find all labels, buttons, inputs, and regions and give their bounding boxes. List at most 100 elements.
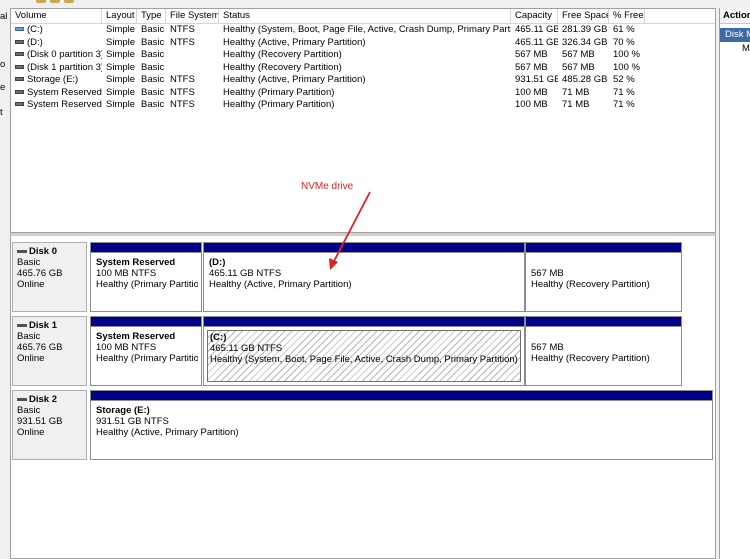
partition-bar: [91, 317, 201, 327]
disk-name: Disk 1: [29, 320, 57, 331]
volume-name-cell: System Reserved: [11, 87, 102, 100]
partition-system-reserved[interactable]: System Reserved 100 MB NTFS Healthy (Pri…: [90, 242, 202, 312]
column-header-layout[interactable]: Layout: [102, 9, 137, 23]
layout-cell: Simple: [106, 24, 136, 35]
volume-name-cell: System Reserved: [11, 99, 102, 112]
volume-name-cell: (D:): [11, 37, 102, 50]
column-header-percent-free[interactable]: % Free: [609, 9, 645, 23]
layout-cell: Simple: [106, 36, 136, 48]
left-pane-fragment: e: [0, 82, 6, 93]
partition-system-reserved[interactable]: System Reserved 100 MB NTFS Healthy (Pri…: [90, 316, 202, 386]
partition-status: Healthy (Recovery Partition): [531, 279, 650, 290]
partition-c-selected[interactable]: (C:) 465.11 GB NTFS Healthy (System, Boo…: [203, 316, 525, 386]
partition-size: 100 MB NTFS: [96, 342, 157, 353]
layout-cell: Simple: [106, 99, 136, 110]
table-row[interactable]: (C:) Simple Basic NTFS Healthy (System, …: [11, 24, 715, 37]
volume-list-header: Volume Layout Type File System Status Ca…: [11, 9, 715, 24]
column-header-type[interactable]: Type: [137, 9, 166, 23]
volume-name: (Disk 0 partition 3): [27, 49, 102, 60]
volume-name-cell: (C:): [11, 24, 102, 37]
partition-bar: [91, 243, 201, 253]
layout-cell: Simple: [106, 61, 136, 73]
partition-name: System Reserved: [96, 331, 176, 342]
partition-status: Healthy (System, Boot, Page File, Active…: [210, 354, 518, 365]
left-pane-edge: al o e t: [0, 0, 10, 559]
capacity-cell: 100 MB: [515, 86, 548, 98]
type-cell: Basic: [141, 74, 165, 85]
file-system-cell: [166, 49, 219, 62]
capacity-cell: 465.11 GB: [515, 24, 558, 35]
partition-name: [531, 257, 676, 268]
table-row[interactable]: System Reserved Simple Basic NTFS Health…: [11, 87, 715, 100]
partition-status: Healthy (Active, Primary Partition): [209, 279, 352, 290]
partition-info: Storage (E:) 931.51 GB NTFS Healthy (Act…: [94, 404, 709, 456]
partition-info: System Reserved 100 MB NTFS Healthy (Pri…: [94, 330, 198, 382]
percent-free-cell: 100 %: [613, 49, 640, 60]
table-row[interactable]: (Disk 0 partition 3) Simple Basic Health…: [11, 49, 715, 62]
layout-cell: Simple: [106, 49, 136, 60]
partition-bar: [526, 243, 681, 253]
partition-info: (D:) 465.11 GB NTFS Healthy (Active, Pri…: [207, 256, 521, 308]
partition-info: 567 MB Healthy (Recovery Partition): [529, 256, 678, 308]
action-section-disk-management[interactable]: Disk M: [720, 28, 750, 42]
volume-name: System Reserved: [27, 86, 102, 98]
disk-label-0[interactable]: Disk 0 Basic 465.76 GB Online: [12, 242, 87, 312]
partition-recovery[interactable]: 567 MB Healthy (Recovery Partition): [525, 316, 682, 386]
volume-name: System Reserved: [27, 99, 102, 110]
partition-info: System Reserved 100 MB NTFS Healthy (Pri…: [94, 256, 198, 308]
column-header-free-space[interactable]: Free Space: [558, 9, 609, 23]
volume-name: (C:): [27, 24, 43, 35]
volume-name: (D:): [27, 36, 43, 48]
table-row[interactable]: (Disk 1 partition 3) Simple Basic Health…: [11, 62, 715, 75]
partition-bar: [204, 243, 524, 253]
partition-size: 567 MB: [531, 268, 564, 279]
disk-status: Online: [17, 353, 45, 364]
capacity-cell: 100 MB: [515, 99, 548, 110]
table-row[interactable]: Storage (E:) Simple Basic NTFS Healthy (…: [11, 74, 715, 87]
partition-size: 931.51 GB NTFS: [96, 416, 169, 427]
partition-size: 465.11 GB NTFS: [210, 343, 283, 354]
action-item[interactable]: M: [720, 42, 750, 56]
layout-cell: Simple: [106, 86, 136, 98]
toolbar-icon[interactable]: [36, 0, 46, 3]
disk-row-2: Disk 2 Basic 931.51 GB Online Storage (E…: [11, 390, 717, 460]
disk-type: Basic: [17, 405, 41, 416]
toolbar-icon[interactable]: [64, 0, 74, 3]
volume-name: (Disk 1 partition 3): [27, 61, 102, 73]
volume-list[interactable]: Volume Layout Type File System Status Ca…: [10, 8, 716, 233]
disk-label-1[interactable]: Disk 1 Basic 465.76 GB Online: [12, 316, 87, 386]
file-system-cell: NTFS: [170, 36, 195, 48]
disk-size: 465.76 GB: [17, 342, 63, 353]
table-row[interactable]: (D:) Simple Basic NTFS Healthy (Active, …: [11, 37, 715, 50]
toolbar-icon[interactable]: [50, 0, 60, 3]
left-pane-fragment: o: [0, 59, 6, 70]
left-pane-fragment: al: [0, 11, 8, 22]
disk-status: Online: [17, 427, 45, 438]
column-header-file-system[interactable]: File System: [166, 9, 219, 23]
partition-bar: [204, 317, 524, 327]
partition-recovery[interactable]: 567 MB Healthy (Recovery Partition): [525, 242, 682, 312]
table-row[interactable]: System Reserved Simple Basic NTFS Health…: [11, 99, 715, 112]
left-pane-fragment: t: [0, 107, 3, 118]
file-system-cell: [166, 62, 219, 75]
disk-graphical-view[interactable]: Disk 0 Basic 465.76 GB Online System Res…: [10, 233, 716, 559]
volume-icon: [15, 89, 24, 94]
partition-storage-e[interactable]: Storage (E:) 931.51 GB NTFS Healthy (Act…: [90, 390, 713, 460]
column-header-capacity[interactable]: Capacity: [511, 9, 558, 23]
partition-bar: [526, 317, 681, 327]
percent-free-cell: 100 %: [613, 61, 640, 73]
column-header-status[interactable]: Status: [219, 9, 511, 23]
partition-status: Healthy (Primary Partition: [96, 353, 198, 364]
percent-free-cell: 70 %: [613, 36, 635, 48]
partition-info: (C:) 465.11 GB NTFS Healthy (System, Boo…: [207, 330, 521, 382]
disk-label-2[interactable]: Disk 2 Basic 931.51 GB Online: [12, 390, 87, 460]
partition-status: Healthy (Active, Primary Partition): [96, 427, 239, 438]
free-space-cell: 567 MB: [562, 49, 595, 60]
column-header-volume[interactable]: Volume: [11, 9, 102, 23]
disk-name: Disk 0: [29, 246, 57, 257]
disk-icon: [17, 397, 27, 401]
partition-d[interactable]: (D:) 465.11 GB NTFS Healthy (Active, Pri…: [203, 242, 525, 312]
status-cell: Healthy (Recovery Partition): [223, 49, 342, 60]
capacity-cell: 567 MB: [515, 49, 548, 60]
volume-name-cell: Storage (E:): [11, 74, 102, 87]
